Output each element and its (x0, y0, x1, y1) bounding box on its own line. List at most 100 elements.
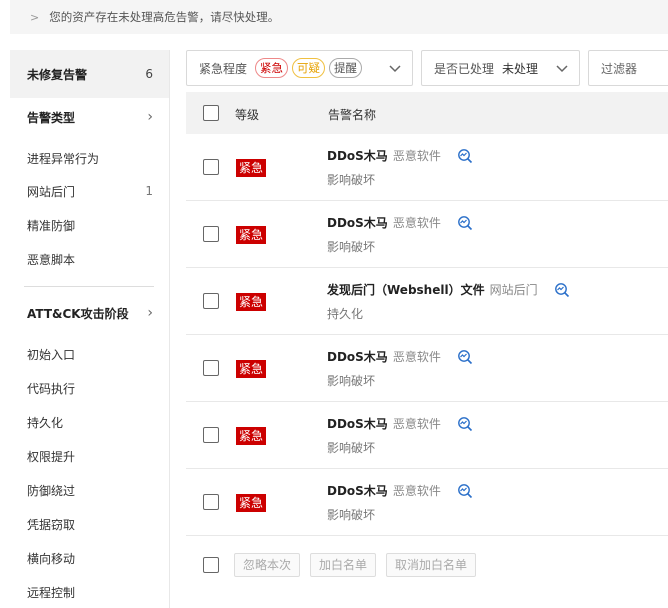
sidebar-item-initial-access[interactable]: 初始入口 (10, 343, 169, 365)
add-whitelist-button[interactable]: 加白名单 (310, 553, 377, 577)
severity-badge: 紧急 (236, 226, 267, 244)
row-checkbox[interactable] (203, 427, 219, 443)
alert-impact: 影响破坏 (327, 441, 376, 455)
section-label: 告警类型 (27, 110, 76, 125)
alert-name[interactable]: DDoS木马 (327, 348, 388, 365)
notice-text: 您的资产存在未处理高危告警，请尽快处理。 (49, 10, 280, 24)
sidebar-item-webshell[interactable]: 网站后门 1 (10, 180, 169, 202)
sidebar-section-attck[interactable]: ATT&CK攻击阶段 › (10, 301, 169, 325)
sidebar-item-precise-defense[interactable]: 精准防御 (10, 214, 169, 236)
table-row[interactable]: 紧急 DDoS木马 恶意软件 影响破坏 (186, 469, 668, 536)
alert-category: 网站后门 (489, 283, 538, 297)
alert-category: 恶意软件 (392, 484, 441, 498)
severity-badge: 紧急 (236, 159, 267, 177)
sidebar-item-label: 横向移动 (27, 551, 76, 566)
chevron-right-icon: › (147, 109, 153, 125)
alert-name[interactable]: DDoS木马 (327, 214, 388, 231)
sidebar-head-count: 6 (145, 67, 153, 81)
sidebar-item-label: 权限提升 (27, 449, 76, 464)
sidebar-item-label: 代码执行 (27, 381, 76, 396)
alert-impact: 影响破坏 (327, 374, 376, 388)
row-checkbox[interactable] (203, 226, 219, 242)
footer-select-all-checkbox[interactable] (203, 557, 219, 573)
row-checkbox[interactable] (203, 360, 219, 376)
trend-search-icon[interactable] (457, 349, 473, 365)
sidebar-item-privilege-escalation[interactable]: 权限提升 (10, 445, 169, 467)
sidebar-item-persistence[interactable]: 持久化 (10, 411, 169, 433)
section-label: ATT&CK攻击阶段 (27, 306, 129, 321)
table-row[interactable]: 紧急 DDoS木马 恶意软件 影响破坏 (186, 402, 668, 469)
sidebar-item-count: 1 (145, 184, 153, 198)
trend-search-icon[interactable] (457, 148, 473, 164)
table-row[interactable]: 紧急 DDoS木马 恶意软件 影响破坏 (186, 134, 668, 201)
table-row[interactable]: 紧急 DDoS木马 恶意软件 影响破坏 (186, 201, 668, 268)
sidebar-item-malicious-script[interactable]: 恶意脚本 (10, 248, 169, 270)
alert-title: DDoS木马 恶意软件 (327, 482, 473, 499)
sidebar-item-lateral-movement[interactable]: 横向移动 (10, 547, 169, 569)
filter-input[interactable]: 过滤器 (588, 50, 668, 86)
alert-name[interactable]: DDoS木马 (327, 147, 388, 164)
table-row[interactable]: 紧急 发现后门（Webshell）文件 网站后门 持久化 (186, 268, 668, 335)
alert-impact: 影响破坏 (327, 508, 376, 522)
table-row[interactable]: 紧急 DDoS木马 恶意软件 影响破坏 (186, 335, 668, 402)
alert-name[interactable]: DDoS木马 (327, 482, 388, 499)
column-header-name: 告警名称 (328, 108, 377, 122)
severity-filter-label: 紧急程度 (199, 61, 248, 76)
alert-category: 恶意软件 (392, 216, 441, 230)
severity-badge: 紧急 (236, 494, 267, 512)
alert-impact: 影响破坏 (327, 240, 376, 254)
row-checkbox[interactable] (203, 494, 219, 510)
ignore-once-button[interactable]: 忽略本次 (234, 553, 301, 577)
tag-urgent[interactable]: 紧急 (255, 58, 289, 78)
alert-name[interactable]: DDoS木马 (327, 415, 388, 432)
alert-category: 恶意软件 (392, 350, 441, 364)
alert-category: 恶意软件 (392, 417, 441, 431)
sidebar-item-defense-evasion[interactable]: 防御绕过 (10, 479, 169, 501)
severity-badge: 紧急 (236, 293, 267, 311)
severity-filter[interactable]: 紧急程度 紧急 可疑 提醒 (186, 50, 413, 86)
chevron-down-icon (556, 65, 568, 73)
sidebar-item-label: 远程控制 (27, 585, 76, 600)
chevron-right-icon: > (30, 10, 40, 24)
alert-title: DDoS木马 恶意软件 (327, 348, 473, 365)
sidebar-item-label: 初始入口 (27, 347, 76, 362)
trend-search-icon[interactable] (457, 215, 473, 231)
sidebar-item-credential-access[interactable]: 凭据窃取 (10, 513, 169, 535)
cancel-whitelist-button[interactable]: 取消加白名单 (386, 553, 477, 577)
alert-notice-bar: > 您的资产存在未处理高危告警，请尽快处理。 (10, 0, 668, 34)
alert-title: 发现后门（Webshell）文件 网站后门 (327, 281, 570, 298)
sidebar-unfixed-alerts[interactable]: 未修复告警 6 (10, 50, 169, 98)
sidebar-item-command-control[interactable]: 远程控制 (10, 581, 169, 603)
trend-search-icon[interactable] (457, 483, 473, 499)
sidebar-head-title: 未修复告警 (27, 67, 88, 82)
row-checkbox[interactable] (203, 293, 219, 309)
sidebar-section-alert-type[interactable]: 告警类型 › (10, 105, 169, 129)
tag-remind[interactable]: 提醒 (329, 58, 363, 78)
sidebar-item-label: 防御绕过 (27, 483, 76, 498)
alert-title: DDoS木马 恶意软件 (327, 214, 473, 231)
table-header: 等级 告警名称 (186, 92, 668, 134)
filter-placeholder: 过滤器 (601, 61, 638, 76)
alert-title: DDoS木马 恶意软件 (327, 147, 473, 164)
handled-filter[interactable]: 是否已处理 未处理 (421, 50, 580, 86)
sidebar-item-label: 精准防御 (27, 218, 76, 233)
alert-impact: 持久化 (327, 307, 364, 321)
severity-badge: 紧急 (236, 360, 267, 378)
chevron-down-icon (389, 65, 401, 73)
alert-name[interactable]: 发现后门（Webshell）文件 (327, 281, 485, 298)
sidebar-item-execution[interactable]: 代码执行 (10, 377, 169, 399)
alert-title: DDoS木马 恶意软件 (327, 415, 473, 432)
row-checkbox[interactable] (203, 159, 219, 175)
tag-suspicious[interactable]: 可疑 (292, 58, 326, 78)
sidebar-item-process-abnormal[interactable]: 进程异常行为 (10, 147, 169, 169)
handled-filter-label: 是否已处理 (434, 61, 495, 76)
select-all-checkbox[interactable] (203, 105, 219, 121)
severity-badge: 紧急 (236, 427, 267, 445)
column-header-level: 等级 (235, 108, 260, 122)
alert-category: 恶意软件 (392, 149, 441, 163)
trend-search-icon[interactable] (554, 282, 570, 298)
sidebar-item-label: 进程异常行为 (27, 151, 100, 166)
trend-search-icon[interactable] (457, 416, 473, 432)
sidebar-item-label: 恶意脚本 (27, 252, 76, 267)
chevron-right-icon: › (147, 305, 153, 321)
